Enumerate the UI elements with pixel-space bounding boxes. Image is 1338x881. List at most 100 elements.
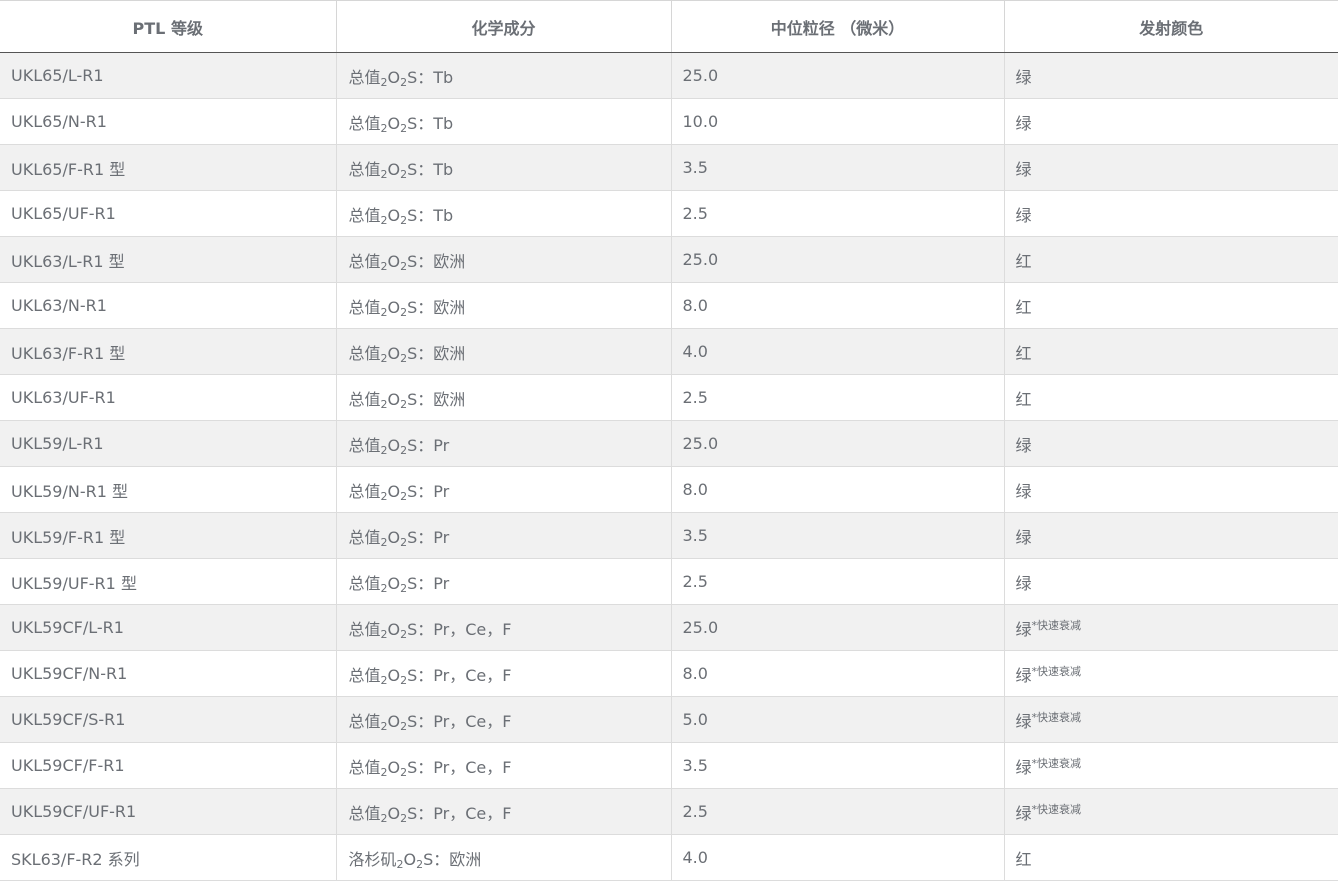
subscript: 2 xyxy=(400,535,408,549)
chemistry-prefix: 总值 xyxy=(348,205,381,225)
cell-grade: UKL59/L-R1 xyxy=(0,420,336,467)
cell-grade: UKL63/UF-R1 xyxy=(0,374,336,421)
cell-chemistry: 总值2O2S：欧洲 xyxy=(335,328,671,375)
cell-chemistry: 总值2O2S：Pr xyxy=(335,512,671,559)
cell-particle-size: 4.0 xyxy=(670,328,1004,375)
cell-emission-color: 绿*快速衰减 xyxy=(1003,696,1338,743)
column-header-grade: PTL 等级 xyxy=(0,0,336,53)
cell-chemistry: 总值2O2S：Tb xyxy=(335,190,671,237)
chemistry-dopant: ：欧洲 xyxy=(417,297,466,317)
cell-emission-color: 绿*快速衰减 xyxy=(1003,742,1338,789)
table-row: UKL63/L-R1 型总值2O2S：欧洲 25.0 红 xyxy=(0,236,1338,283)
chemistry-dopant: ：Tb xyxy=(417,67,454,87)
emission-color-value: 绿 xyxy=(1015,113,1032,133)
subscript: 2 xyxy=(380,305,388,319)
cell-emission-color: 红 xyxy=(1003,282,1338,329)
chemistry-prefix: 总值 xyxy=(348,297,381,317)
cell-chemistry: 总值2O2S：Pr，Ce，F xyxy=(335,696,671,743)
table-row: UKL59/UF-R1 型总值2O2S：Pr 2.5 绿 xyxy=(0,558,1338,605)
table-row: UKL59/N-R1 型总值2O2S：Pr 8.0 绿 xyxy=(0,466,1338,513)
chemistry-prefix: 总值 xyxy=(348,389,381,409)
chemistry-dopant: ：Pr xyxy=(417,527,450,547)
chemistry-prefix: 总值 xyxy=(348,159,381,179)
cell-chemistry: 总值2O2S：Pr，Ce，F xyxy=(335,742,671,789)
subscript: 2 xyxy=(400,443,408,457)
header-row: PTL 等级 化学成分 中位粒径 （微米） 发射颜色 xyxy=(0,0,1338,53)
ptl-grades-table: PTL 等级 化学成分 中位粒径 （微米） 发射颜色 UKL65/L-R1 总值2… xyxy=(0,0,1338,881)
cell-particle-size: 8.0 xyxy=(670,466,1004,513)
subscript: 2 xyxy=(400,719,408,733)
subscript: 2 xyxy=(380,75,388,89)
fast-decay-note: *快速衰减 xyxy=(1031,756,1082,770)
emission-color-value: 绿 xyxy=(1015,711,1032,731)
subscript: 2 xyxy=(380,121,388,135)
cell-chemistry: 总值2O2S：Pr xyxy=(335,558,671,605)
chemistry-prefix: 总值 xyxy=(348,251,381,271)
chemistry-prefix: 总值 xyxy=(348,435,381,455)
table-body: UKL65/L-R1 总值2O2S：Tb 25.0 绿 UKL65/N-R1 总值2O2S… xyxy=(0,52,1338,881)
subscript: 2 xyxy=(400,397,408,411)
cell-particle-size: 3.5 xyxy=(670,512,1004,559)
cell-emission-color: 绿 xyxy=(1003,98,1338,145)
cell-grade: UKL63/F-R1 型 xyxy=(0,328,336,375)
cell-chemistry: 洛杉矶2O2S：欧洲 xyxy=(335,834,671,881)
subscript: 2 xyxy=(380,535,388,549)
cell-emission-color: 红 xyxy=(1003,328,1338,375)
cell-chemistry: 总值2O2S：欧洲 xyxy=(335,374,671,421)
cell-particle-size: 10.0 xyxy=(670,98,1004,145)
emission-color-value: 绿 xyxy=(1015,527,1032,547)
chemistry-dopant: ：Tb xyxy=(417,159,454,179)
cell-particle-size: 3.5 xyxy=(670,742,1004,789)
table-row: SKL63/F-R2 系列 洛杉矶2O2S：欧洲 4.0 红 xyxy=(0,834,1338,881)
cell-particle-size: 25.0 xyxy=(670,420,1004,467)
cell-chemistry: 总值2O2S：Pr xyxy=(335,466,671,513)
table-row: UKL63/F-R1 型总值2O2S：欧洲 4.0 红 xyxy=(0,328,1338,375)
chemistry-dopant: ：Pr，Ce，F xyxy=(417,619,512,639)
emission-color-value: 绿 xyxy=(1015,67,1032,87)
table-row: UKL59CF/N-R1 总值2O2S：Pr，Ce，F 8.0 绿*快速衰减 xyxy=(0,650,1338,697)
cell-particle-size: 5.0 xyxy=(670,696,1004,743)
subscript: 2 xyxy=(400,489,408,503)
column-header-emission-color: 发射颜色 xyxy=(1003,0,1338,53)
subscript: 2 xyxy=(380,811,388,825)
table-row: UKL65/N-R1 总值2O2S：Tb 10.0 绿 xyxy=(0,98,1338,145)
chemistry-prefix: 总值 xyxy=(348,803,381,823)
chemistry-dopant: ：Pr，Ce，F xyxy=(417,711,512,731)
cell-chemistry: 总值2O2S：欧洲 xyxy=(335,282,671,329)
cell-particle-size: 8.0 xyxy=(670,650,1004,697)
table-row: UKL63/N-R1 总值2O2S：欧洲 8.0 红 xyxy=(0,282,1338,329)
fast-decay-note: *快速衰减 xyxy=(1031,710,1082,724)
table-row: UKL59/L-R1 总值2O2S：Pr 25.0 绿 xyxy=(0,420,1338,467)
subscript: 2 xyxy=(380,581,388,595)
subscript: 2 xyxy=(400,627,408,641)
cell-emission-color: 绿*快速衰减 xyxy=(1003,788,1338,835)
subscript: 2 xyxy=(400,765,408,779)
cell-particle-size: 3.5 xyxy=(670,144,1004,191)
cell-grade: UKL59CF/N-R1 xyxy=(0,650,336,697)
emission-color-value: 红 xyxy=(1015,389,1032,409)
emission-color-value: 绿 xyxy=(1015,159,1032,179)
subscript: 2 xyxy=(400,673,408,687)
chemistry-dopant: ：Pr xyxy=(417,573,450,593)
table-row: UKL59CF/UF-R1 总值2O2S：Pr，Ce，F 2.5 绿*快速衰减 xyxy=(0,788,1338,835)
cell-emission-color: 绿 xyxy=(1003,420,1338,467)
cell-grade: UKL59/UF-R1 型 xyxy=(0,558,336,605)
cell-chemistry: 总值2O2S：Pr，Ce，F xyxy=(335,604,671,651)
cell-grade: UKL65/L-R1 xyxy=(0,52,336,99)
subscript: 2 xyxy=(400,259,408,273)
emission-color-value: 绿 xyxy=(1015,803,1032,823)
table-row: UKL65/UF-R1 总值2O2S：Tb 2.5 绿 xyxy=(0,190,1338,237)
subscript: 2 xyxy=(400,581,408,595)
cell-particle-size: 8.0 xyxy=(670,282,1004,329)
emission-color-value: 绿 xyxy=(1015,481,1032,501)
chemistry-prefix: 总值 xyxy=(348,67,381,87)
subscript: 2 xyxy=(380,489,388,503)
emission-color-value: 红 xyxy=(1015,849,1032,869)
subscript: 2 xyxy=(416,857,424,871)
chemistry-prefix: 总值 xyxy=(348,665,381,685)
cell-chemistry: 总值2O2S：欧洲 xyxy=(335,236,671,283)
subscript: 2 xyxy=(400,167,408,181)
chemistry-dopant: ：Tb xyxy=(417,205,454,225)
chemistry-prefix: 总值 xyxy=(348,527,381,547)
subscript: 2 xyxy=(380,673,388,687)
